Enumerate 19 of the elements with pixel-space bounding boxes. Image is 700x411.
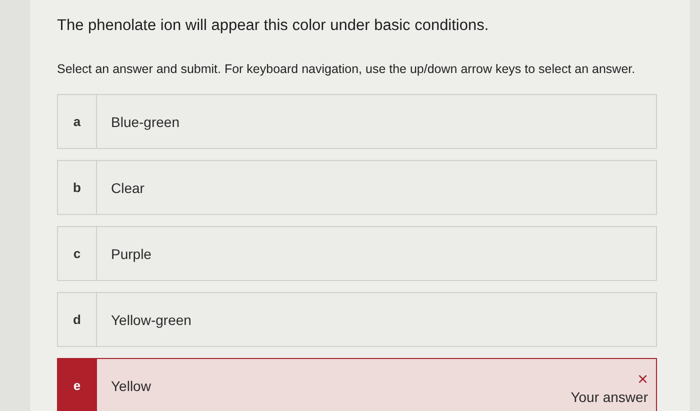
option-text: Purple [110,244,152,264]
answer-option[interactable]: d Yellow-green [57,292,657,347]
incorrect-mark: × [637,368,648,388]
option-text: Yellow [110,376,152,396]
answer-option[interactable]: a Blue-green [57,94,657,149]
option-letter: e [58,359,97,411]
option-letter: c [58,227,97,280]
answer-option[interactable]: c Purple [57,226,657,281]
option-text: Clear [110,178,146,198]
answer-feedback: Your answer [570,388,648,404]
answer-option[interactable]: b Clear [57,160,657,215]
option-letter: d [58,293,97,346]
answer-option[interactable]: e Yellow × Your answer [57,358,657,411]
option-letter: b [58,161,97,214]
option-text: Yellow-green [110,310,192,330]
option-text: Blue-green [110,112,180,132]
option-letter: a [58,95,97,148]
instructions-text: Select an answer and submit. For keyboard navigation, use the up/down arrow keys to select an answer. [57,62,636,76]
question-text: The phenolate ion will appear this color under basic conditions. [57,17,490,35]
